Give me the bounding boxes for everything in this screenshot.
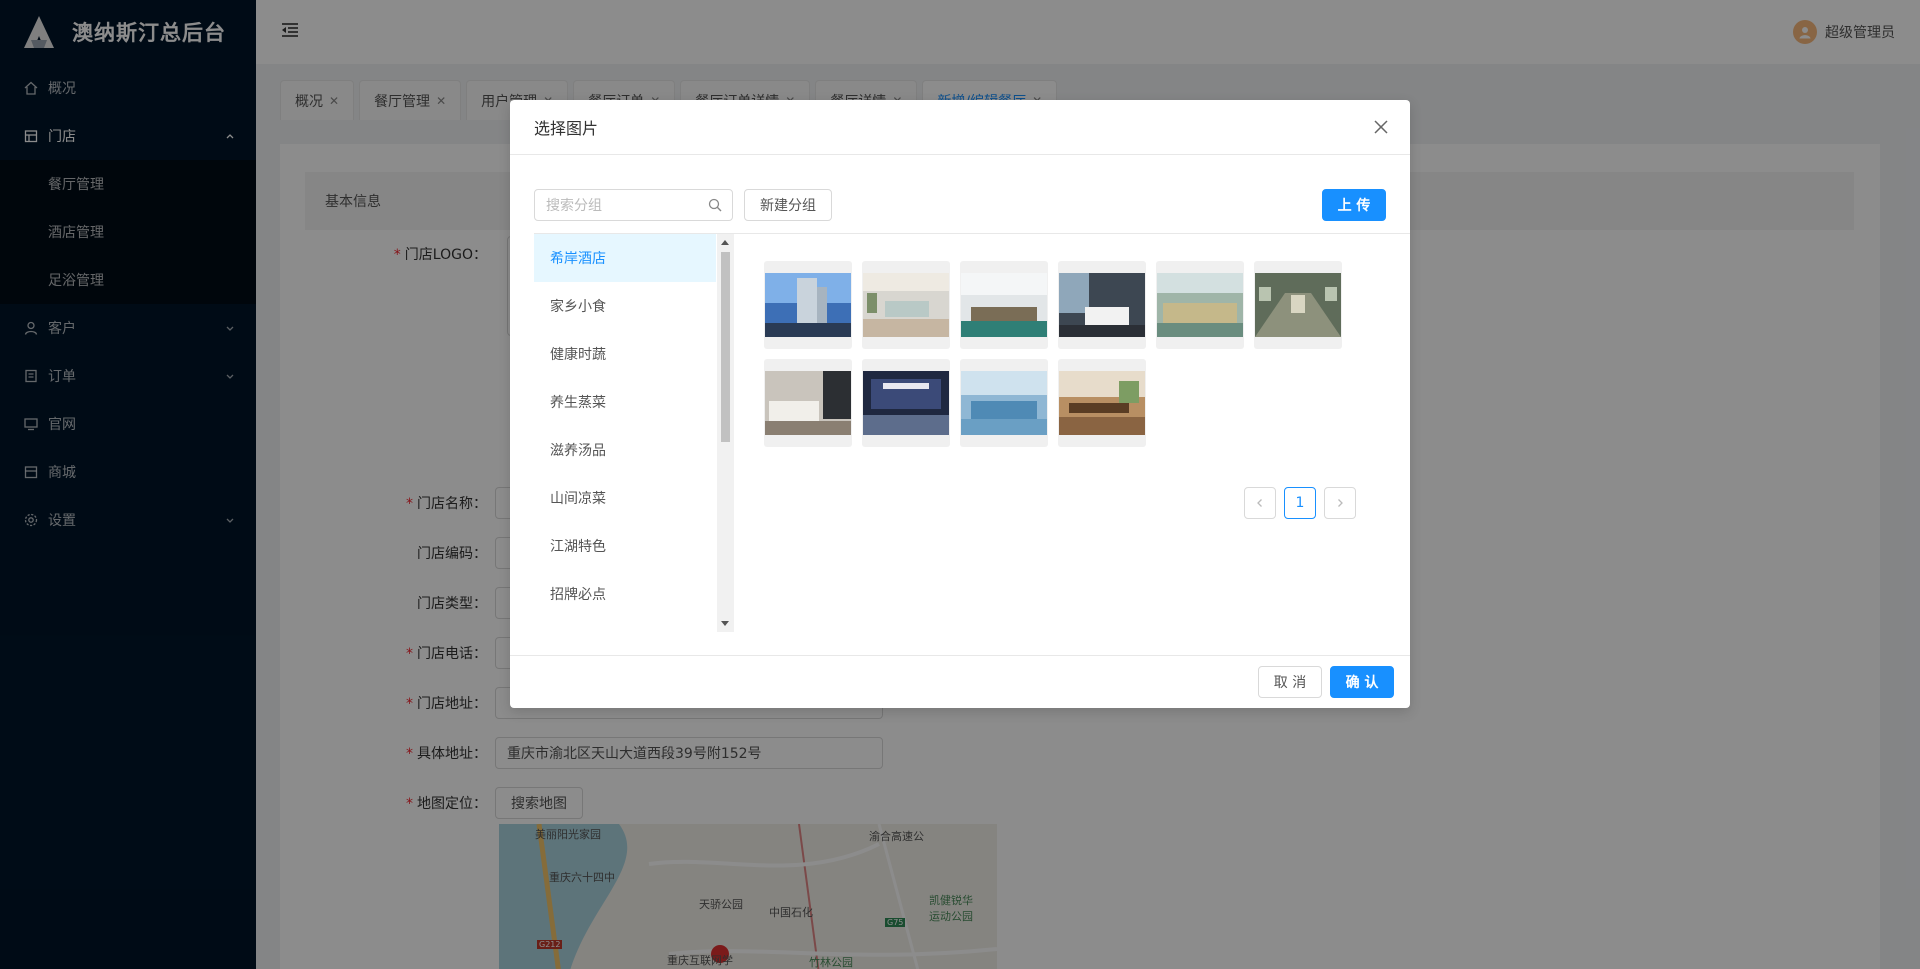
group-list-scrollbar[interactable] [717, 234, 734, 632]
image-thumb[interactable] [960, 261, 1048, 349]
list-item[interactable]: 江湖特色 [534, 522, 716, 570]
image-thumb[interactable] [960, 359, 1048, 447]
guest-room-image [1059, 273, 1145, 337]
image-thumb[interactable] [1058, 359, 1146, 447]
group-list: 希岸酒店 家乡小食 健康时蔬 养生蒸菜 滋养汤品 山间凉菜 江湖特色 招牌必点 [534, 233, 734, 632]
image-thumb[interactable] [1254, 261, 1342, 349]
modal-title: 选择图片 [510, 100, 1410, 155]
hotel-lobby-image [863, 273, 949, 337]
list-item[interactable]: 山间凉菜 [534, 474, 716, 522]
hotel-facade-night-image [863, 371, 949, 435]
scroll-up-icon[interactable] [721, 240, 729, 245]
image-thumb[interactable] [1058, 261, 1146, 349]
confirm-button[interactable]: 确 认 [1330, 666, 1394, 698]
pagination-prev[interactable] [1244, 487, 1276, 519]
hotel-tower-image [765, 273, 851, 337]
new-group-button[interactable]: 新建分组 [744, 189, 832, 221]
pagination-next[interactable] [1324, 487, 1356, 519]
image-thumb[interactable] [1156, 261, 1244, 349]
list-item[interactable]: 希岸酒店 [534, 234, 716, 282]
restaurant-image [961, 371, 1047, 435]
image-thumb[interactable] [764, 359, 852, 447]
search-placeholder: 搜索分组 [546, 198, 602, 214]
chevron-right-icon [1338, 499, 1343, 507]
list-item[interactable]: 招牌必点 [534, 570, 716, 618]
list-item[interactable]: 滋养汤品 [534, 426, 716, 474]
banquet-hall-image [1157, 273, 1243, 337]
pagination-page[interactable]: 1 [1284, 487, 1316, 519]
modal-footer: 取 消 确 认 [510, 655, 1410, 708]
cancel-button[interactable]: 取 消 [1258, 666, 1322, 698]
dining-area-image [1059, 371, 1145, 435]
twin-room-image [765, 371, 851, 435]
search-icon[interactable] [708, 198, 722, 212]
list-item[interactable]: 健康时蔬 [534, 330, 716, 378]
upload-button[interactable]: 上 传 [1322, 189, 1386, 221]
corridor-image [1255, 273, 1341, 337]
image-thumb[interactable] [862, 359, 950, 447]
chevron-left-icon [1257, 499, 1262, 507]
divider [734, 233, 1410, 234]
list-item[interactable]: 家乡小食 [534, 282, 716, 330]
group-search-input[interactable]: 搜索分组 [534, 189, 733, 221]
list-item[interactable]: 养生蒸菜 [534, 378, 716, 426]
image-thumb[interactable] [764, 261, 852, 349]
select-image-modal: 选择图片 搜索分组 新建分组 上 传 希岸酒店 家乡小食 健康时蔬 养生蒸菜 滋… [510, 100, 1410, 708]
close-icon[interactable] [1372, 118, 1390, 136]
image-thumb[interactable] [862, 261, 950, 349]
meeting-room-image [961, 273, 1047, 337]
scroll-thumb[interactable] [721, 252, 730, 442]
scroll-down-icon[interactable] [721, 621, 729, 626]
